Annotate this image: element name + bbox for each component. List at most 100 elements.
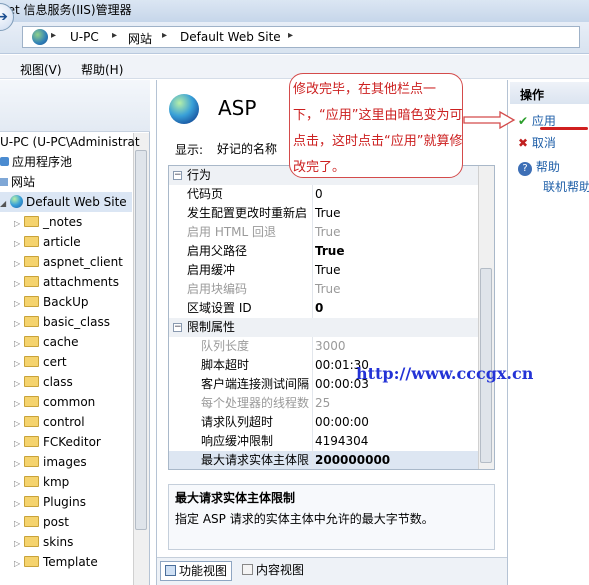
tab-content-view[interactable]: 内容视图 [238,561,308,581]
folder-icon [24,356,39,367]
property-value[interactable]: 25 [315,394,330,413]
property-value[interactable]: 0 [315,299,323,318]
expand-arrow-icon[interactable]: ▷ [14,534,24,554]
expand-arrow-icon[interactable]: ▷ [14,374,24,394]
expand-arrow-icon[interactable]: ▷ [14,214,24,234]
expand-arrow-icon[interactable]: ▷ [14,474,24,494]
collapse-icon[interactable]: − [173,323,182,332]
property-value[interactable]: 0 [315,185,323,204]
property-name: 每个处理器的线程数 [201,396,310,410]
property-value[interactable]: 4194304 [315,432,368,451]
grid-property-row[interactable]: 队列长度 3000 [169,337,479,356]
breadcrumb-sites[interactable]: 网站 [128,30,152,47]
property-value[interactable]: True [315,204,341,223]
apply-link[interactable]: 应用 [532,114,556,128]
tree-folder-item[interactable]: ▷ images [14,452,87,472]
tree-folder-item[interactable]: ▷ common [14,392,95,412]
tree-folder-item[interactable]: ▷ _notes [14,212,82,232]
online-help-link[interactable]: 联机帮助 [543,178,589,195]
grid-property-row[interactable]: 响应缓冲限制 4194304 [169,432,479,451]
tree-folder-item[interactable]: ▷ basic_class [14,312,110,332]
property-grid[interactable]: − 行为 代码页 0 发生配置更改时重新启 True 启用 HTML 回退 True 启用父路径… [168,165,495,470]
tree-folder-item[interactable]: ▷ Template [14,552,98,572]
tree-item-default-site[interactable]: ◢ Default Web Site [0,192,132,212]
expand-arrow-icon[interactable]: ▷ [14,294,24,314]
expand-arrow-icon[interactable]: ▷ [14,234,24,254]
property-value[interactable]: 3000 [315,337,346,356]
cancel-action[interactable]: ✖ 取消 [518,134,556,151]
property-value[interactable]: 00:00:00 [315,413,369,432]
menu-view[interactable]: 视图(V) [20,61,62,78]
tree-item-sites[interactable]: 网站 [0,172,35,192]
sites-icon [0,178,8,186]
property-value[interactable]: True [315,280,341,299]
tab-label: 功能视图 [179,564,228,578]
folder-icon [24,416,39,427]
tree-folder-item[interactable]: ▷ kmp [14,472,69,492]
expand-arrow-icon[interactable]: ▷ [14,514,24,534]
menu-help[interactable]: 帮助(H) [81,61,123,78]
grid-property-row[interactable]: 代码页 0 [169,185,479,204]
address-box[interactable] [22,26,580,48]
grid-property-row[interactable]: 请求队列超时 00:00:00 [169,413,479,432]
folder-icon [24,516,39,527]
property-value[interactable]: True [315,223,341,242]
property-name: 区域设置 ID [187,301,252,315]
grid-property-row[interactable]: 启用缓冲 True [169,261,479,280]
tree-item-server[interactable]: U-PC (U-PC\Administrat [0,132,140,152]
property-value[interactable]: True [315,261,341,280]
breadcrumb-pc[interactable]: U-PC [70,30,99,44]
property-name: 启用块编码 [187,282,248,296]
tree-scroll-thumb[interactable] [135,150,147,530]
property-value[interactable]: 200000000 [315,451,390,469]
collapse-icon[interactable]: − [173,171,182,180]
grid-property-row[interactable]: 区域设置 ID 0 [169,299,479,318]
grid-property-row[interactable]: 启用块编码 True [169,280,479,299]
tree-folder-item[interactable]: ▷ skins [14,532,73,552]
expand-arrow-icon[interactable]: ▷ [14,394,24,414]
help-link[interactable]: 帮助 [536,160,560,174]
expand-arrow-icon[interactable]: ▷ [14,434,24,454]
grid-property-row[interactable]: 每个处理器的线程数 25 [169,394,479,413]
tree-item-label: post [43,515,69,529]
tab-features-view[interactable]: 功能视图 [160,561,233,581]
expand-arrow-icon[interactable]: ▷ [14,314,24,334]
tree-folder-item[interactable]: ▷ article [14,232,81,252]
expand-arrow-icon[interactable]: ▷ [14,454,24,474]
grid-property-row[interactable]: 启用父路径 True [169,242,479,261]
tree-folder-item[interactable]: ▷ control [14,412,85,432]
cancel-link[interactable]: 取消 [532,136,556,150]
tree-item-apppools[interactable]: 应用程序池 [0,152,72,172]
tree-folder-item[interactable]: ▷ attachments [14,272,119,292]
tree-folder-item[interactable]: ▷ cache [14,332,79,352]
chevron-right-icon: ▸ [112,30,118,41]
connections-header [0,80,150,132]
folder-icon [24,396,39,407]
expand-arrow-icon[interactable]: ▷ [14,334,24,354]
tree-item-label: FCKeditor [43,435,101,449]
expand-arrow-icon[interactable]: ▷ [14,274,24,294]
tree-folder-item[interactable]: ▷ BackUp [14,292,89,312]
tree-folder-item[interactable]: ▷ aspnet_client [14,252,123,272]
expand-arrow-icon[interactable]: ▷ [14,414,24,434]
property-name: 代码页 [187,187,224,201]
show-select[interactable]: 好记的名称 [213,137,295,159]
tree-folder-item[interactable]: ▷ Plugins [14,492,86,512]
expand-arrow-icon[interactable]: ▷ [14,554,24,574]
tree-folder-item[interactable]: ▷ cert [14,352,67,372]
tree-folder-item[interactable]: ▷ FCKeditor [14,432,101,452]
grid-section-row[interactable]: − 限制属性 [169,318,479,337]
folder-icon [24,216,39,227]
breadcrumb-site[interactable]: Default Web Site [180,30,281,44]
tree-folder-item[interactable]: ▷ post [14,512,69,532]
expand-arrow-icon[interactable]: ▷ [14,494,24,514]
property-name: 客户端连接测试间隔 [201,377,310,391]
property-value[interactable]: True [315,242,344,261]
tree-folder-item[interactable]: ▷ class [14,372,73,392]
grid-property-row[interactable]: 启用 HTML 回退 True [169,223,479,242]
help-action[interactable]: ? 帮助 [518,158,560,176]
expand-arrow-icon[interactable]: ▷ [14,254,24,274]
grid-property-row[interactable]: 发生配置更改时重新启 True [169,204,479,223]
grid-property-row[interactable]: 最大请求实体主体限 200000000 [169,451,479,469]
expand-arrow-icon[interactable]: ▷ [14,354,24,374]
